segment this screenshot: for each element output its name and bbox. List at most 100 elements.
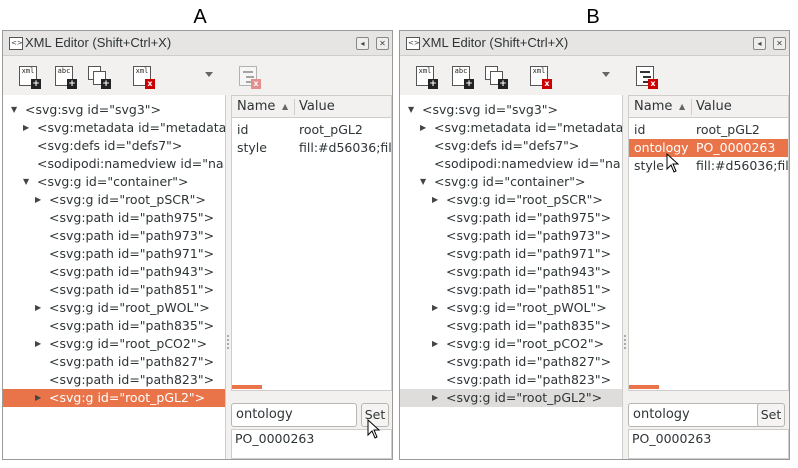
attribute-name: id — [237, 122, 249, 137]
attribute-name: style — [634, 158, 664, 173]
tree-node[interactable]: <svg:path id="path973"> — [400, 227, 622, 245]
collapsed-arrow-icon[interactable]: ▶ — [432, 191, 442, 209]
duplicate-node-button[interactable]: + — [87, 65, 111, 89]
tree-node[interactable]: ▶ <svg:g id="root_pWOL"> — [3, 299, 225, 317]
tree-node[interactable]: <svg:path id="path975"> — [400, 209, 622, 227]
iconify-button[interactable]: ◂ — [356, 37, 369, 50]
attribute-row[interactable]: ontology PO_0000263 — [629, 139, 788, 157]
close-button[interactable]: ✕ — [773, 37, 786, 50]
collapsed-arrow-icon[interactable]: ▶ — [432, 299, 442, 317]
tree-node[interactable]: <sodipodi:namedview id="na — [3, 155, 225, 173]
attribute-value: root_pGL2 — [696, 122, 760, 137]
tree-node-label: <svg:path id="path971"> — [446, 246, 612, 261]
delete-attribute-button[interactable]: x — [237, 65, 261, 89]
collapsed-arrow-icon[interactable]: ▶ — [23, 119, 33, 137]
tree-node-label: <svg:path id="path971"> — [49, 246, 215, 261]
mouse-pointer-icon — [666, 152, 680, 173]
expanded-arrow-icon[interactable]: ▼ — [11, 101, 21, 119]
xml-editor-panel-a: XML Editor (Shift+Ctrl+X) ◂ ✕ xml + abc … — [2, 30, 393, 460]
attribute-row[interactable]: id root_pGL2 — [629, 121, 788, 139]
tree-node[interactable]: <svg:path id="path827"> — [3, 353, 225, 371]
xml-node-tree: ▼ <svg:svg id="svg3"> ▶ <svg:metadata id="m… — [400, 95, 623, 459]
value-column-header[interactable]: Value — [696, 96, 732, 118]
new-text-node-button[interactable]: abc + — [53, 65, 77, 89]
tree-node[interactable]: ▶ <svg:g id="root_pSCR"> — [400, 191, 622, 209]
tree-node[interactable]: <svg:path id="path851"> — [400, 281, 622, 299]
tree-node[interactable]: <svg:path id="path835"> — [3, 317, 225, 335]
attribute-value-input[interactable]: PO_0000263 — [628, 429, 789, 459]
attribute-value: fill:#d56036;fil — [696, 158, 789, 173]
tree-node-label: <svg:path id="path943"> — [49, 264, 215, 279]
collapsed-arrow-icon[interactable]: ▶ — [432, 335, 442, 353]
tree-node[interactable]: <sodipodi:namedview id="na — [400, 155, 622, 173]
delete-node-button[interactable]: xml x — [528, 65, 552, 89]
sort-ascending-icon: ▲ — [282, 102, 289, 111]
horizontal-scrollbar[interactable] — [629, 385, 659, 389]
tree-node-label: <svg:defs id="defs7"> — [37, 138, 183, 153]
attribute-name-input[interactable]: ontology — [231, 403, 357, 427]
tree-node[interactable]: <svg:path id="path975"> — [3, 209, 225, 227]
figure-label-a: A — [193, 6, 207, 28]
tree-node[interactable]: <svg:path id="path943"> — [3, 263, 225, 281]
tree-node[interactable]: <svg:path id="path971"> — [400, 245, 622, 263]
toolbar-overflow-arrow-icon[interactable] — [602, 72, 610, 77]
tree-node-label: <svg:g id="container"> — [434, 174, 586, 189]
name-column-header[interactable]: Name — [634, 96, 672, 118]
tree-node[interactable]: ▼ <svg:svg id="svg3"> — [3, 101, 225, 119]
tree-node[interactable]: <svg:path id="path973"> — [3, 227, 225, 245]
horizontal-scrollbar[interactable] — [232, 385, 262, 389]
expanded-arrow-icon[interactable]: ▼ — [23, 173, 33, 191]
expanded-arrow-icon[interactable]: ▼ — [408, 101, 418, 119]
iconify-button[interactable]: ◂ — [753, 37, 766, 50]
tree-node-label: <sodipodi:namedview id="na — [434, 156, 621, 171]
delete-attribute-button[interactable]: x — [634, 65, 658, 89]
tree-node[interactable]: <svg:path id="path823"> — [3, 371, 225, 389]
tree-node-label: <svg:path id="path851"> — [446, 282, 612, 297]
name-column-header[interactable]: Name — [237, 96, 275, 118]
collapsed-arrow-icon[interactable]: ▶ — [35, 335, 45, 353]
toolbar-overflow-arrow-icon[interactable] — [205, 72, 213, 77]
set-button[interactable]: Set — [757, 403, 785, 427]
pane-splitter[interactable] — [623, 95, 627, 459]
tree-node[interactable]: <svg:defs id="defs7"> — [3, 137, 225, 155]
tree-node[interactable]: <svg:path id="path827"> — [400, 353, 622, 371]
tree-node[interactable]: <svg:path id="path823"> — [400, 371, 622, 389]
tree-node[interactable]: ▶ <svg:metadata id="metadata — [3, 119, 225, 137]
tree-node[interactable]: <svg:defs id="defs7"> — [400, 137, 622, 155]
attribute-name: id — [634, 122, 646, 137]
attribute-row[interactable]: style fill:#d56036;fil — [629, 157, 788, 175]
tree-node[interactable]: ▶ <svg:g id="root_pCO2"> — [3, 335, 225, 353]
tree-node[interactable]: ▶ <svg:g id="root_pGL2"> — [3, 389, 225, 407]
new-element-node-button[interactable]: xml + — [17, 65, 41, 89]
tree-node[interactable]: ▶ <svg:g id="root_pWOL"> — [400, 299, 622, 317]
close-button[interactable]: ✕ — [376, 37, 389, 50]
pane-splitter[interactable] — [226, 95, 230, 459]
collapsed-arrow-icon[interactable]: ▶ — [35, 191, 45, 209]
collapsed-arrow-icon[interactable]: ▶ — [432, 389, 442, 407]
tree-node[interactable]: <svg:path id="path851"> — [3, 281, 225, 299]
value-column-header[interactable]: Value — [299, 96, 335, 118]
new-element-node-button[interactable]: xml + — [414, 65, 438, 89]
tree-node[interactable]: ▶ <svg:g id="root_pSCR"> — [3, 191, 225, 209]
tree-node[interactable]: <svg:path id="path943"> — [400, 263, 622, 281]
tree-node[interactable]: ▼ <svg:g id="container"> — [3, 173, 225, 191]
tree-node[interactable]: <svg:path id="path835"> — [400, 317, 622, 335]
delete-node-button[interactable]: xml x — [131, 65, 155, 89]
tree-node[interactable]: ▶ <svg:g id="root_pGL2"> — [400, 389, 622, 407]
tree-node-label: <svg:path id="path851"> — [49, 282, 215, 297]
duplicate-node-button[interactable]: + — [484, 65, 508, 89]
tree-node[interactable]: ▶ <svg:g id="root_pCO2"> — [400, 335, 622, 353]
tree-node[interactable]: ▼ <svg:svg id="svg3"> — [400, 101, 622, 119]
new-text-node-button[interactable]: abc + — [450, 65, 474, 89]
collapsed-arrow-icon[interactable]: ▶ — [35, 299, 45, 317]
attribute-row[interactable]: id root_pGL2 — [232, 121, 391, 139]
figure-label-b: B — [586, 6, 600, 28]
expanded-arrow-icon[interactable]: ▼ — [420, 173, 430, 191]
attribute-name-input[interactable]: ontology — [628, 403, 762, 427]
tree-node[interactable]: <svg:path id="path971"> — [3, 245, 225, 263]
tree-node[interactable]: ▶ <svg:metadata id="metadata — [400, 119, 622, 137]
attribute-row[interactable]: style fill:#d56036;fil — [232, 139, 391, 157]
collapsed-arrow-icon[interactable]: ▶ — [420, 119, 430, 137]
tree-node[interactable]: ▼ <svg:g id="container"> — [400, 173, 622, 191]
collapsed-arrow-icon[interactable]: ▶ — [35, 389, 45, 407]
